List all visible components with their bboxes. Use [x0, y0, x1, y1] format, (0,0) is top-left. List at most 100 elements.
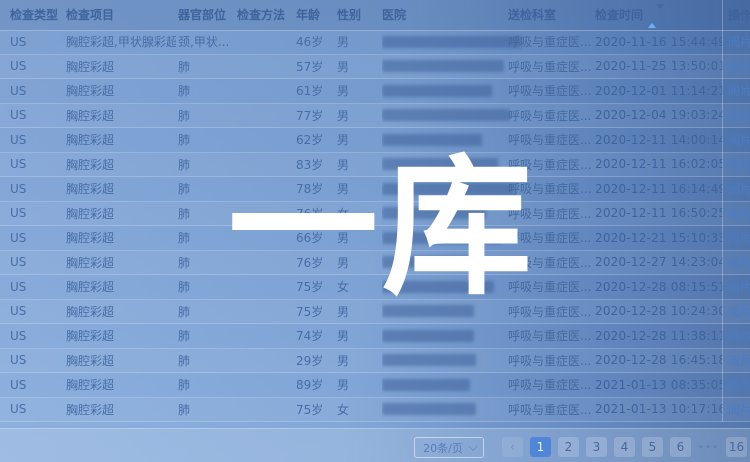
page-size-label: 20条/页 — [423, 440, 463, 456]
cell-department: 呼吸与重症医... — [508, 55, 594, 79]
col-header-exam-time[interactable]: 检查时间 — [595, 0, 723, 30]
table-row: US胸腔彩超肺75岁男呼吸与重症医...2020-12-28 10:24:30阅… — [0, 300, 750, 325]
view-film-link[interactable]: 阅片 — [728, 327, 750, 344]
exam-list-screen: 检查类型 检查项目 器官部位 检查方法 年龄 性别 医院 送检科室 检查时间 操… — [0, 0, 750, 462]
cell-exam-time: 2020-12-01 11:14:21 — [595, 79, 723, 103]
cell-method — [237, 349, 293, 373]
redaction-block — [382, 256, 478, 268]
more-pages-button[interactable]: ••• — [698, 437, 719, 457]
cell-age: 83岁 — [296, 153, 334, 177]
cell-age: 46岁 — [296, 30, 334, 54]
exam-time-label: 检查时间 — [595, 8, 643, 22]
cell-department: 呼吸与重症医... — [508, 226, 594, 250]
view-film-link[interactable]: 阅片 — [728, 229, 750, 246]
view-film-link[interactable]: 阅片 — [728, 107, 750, 124]
redaction-block — [382, 281, 494, 293]
cell-age: 76岁 — [296, 251, 334, 275]
view-film-link[interactable]: 阅片 — [728, 205, 750, 222]
cell-hospital-redacted — [382, 324, 524, 348]
view-film-link[interactable]: 阅片 — [728, 303, 750, 320]
cell-exam-item: 胸腔彩超 — [66, 177, 176, 201]
chevron-down-icon — [468, 441, 478, 451]
cell-organ: 肺 — [178, 177, 234, 201]
cell-gender: 女 — [337, 275, 369, 299]
cell-department: 呼吸与重症医... — [508, 104, 594, 128]
page-button-2[interactable]: 2 — [558, 437, 579, 457]
cell-department: 呼吸与重症医... — [508, 128, 594, 152]
col-header-department: 送检科室 — [508, 0, 594, 30]
cell-gender: 男 — [337, 128, 369, 152]
cell-exam-item: 胸腔彩超 — [66, 251, 176, 275]
cell-exam-type: US — [10, 324, 60, 348]
cell-organ: 肺 — [178, 324, 234, 348]
page-button-6[interactable]: 6 — [670, 437, 691, 457]
view-film-link[interactable]: 阅片 — [728, 254, 750, 271]
cell-hospital-redacted — [382, 251, 524, 275]
cell-exam-item: 胸腔彩超 — [66, 324, 176, 348]
cell-exam-time: 2020-12-11 16:02:05 — [595, 153, 723, 177]
sort-carets-icon[interactable] — [648, 1, 664, 31]
cell-exam-type: US — [10, 349, 60, 373]
cell-organ: 肺 — [178, 349, 234, 373]
page-button-4[interactable]: 4 — [614, 437, 635, 457]
cell-exam-type: US — [10, 104, 60, 128]
fixed-column-divider — [722, 0, 723, 422]
redaction-block — [382, 60, 504, 72]
cell-hospital-redacted — [382, 398, 524, 422]
cell-gender: 男 — [337, 177, 369, 201]
cell-organ: 肺 — [178, 300, 234, 324]
cell-exam-type: US — [10, 177, 60, 201]
view-film-link[interactable]: 阅片 — [728, 131, 750, 148]
cell-gender: 男 — [337, 79, 369, 103]
page-button-3[interactable]: 3 — [586, 437, 607, 457]
cell-method — [237, 104, 293, 128]
cell-organ: 肺 — [178, 226, 234, 250]
col-header-exam-type: 检查类型 — [10, 0, 60, 30]
view-film-link[interactable]: 阅片 — [728, 278, 750, 295]
view-film-link[interactable]: 阅片 — [728, 352, 750, 369]
cell-exam-type: US — [10, 55, 60, 79]
cell-gender: 男 — [337, 373, 369, 397]
cell-exam-time: 2020-12-28 08:15:51 — [595, 275, 723, 299]
cell-exam-time: 2020-12-21 15:10:33 — [595, 226, 723, 250]
view-film-link[interactable]: 阅片 — [728, 82, 750, 99]
cell-exam-time: 2020-12-28 11:38:11 — [595, 324, 723, 348]
page-button-5[interactable]: 5 — [642, 437, 663, 457]
cell-department: 呼吸与重症医... — [508, 373, 594, 397]
page-button-1[interactable]: 1 — [530, 437, 551, 457]
view-film-link[interactable]: 阅片 — [728, 180, 750, 197]
cell-exam-type: US — [10, 202, 60, 226]
col-header-gender: 性别 — [337, 0, 369, 30]
table-row: US胸腔彩超肺78岁男呼吸与重症医...2020-12-11 16:14:49阅… — [0, 177, 750, 202]
redaction-block — [382, 109, 510, 121]
cell-method — [237, 153, 293, 177]
view-film-link[interactable]: 阅片 — [728, 376, 750, 393]
cell-organ: 肺 — [178, 275, 234, 299]
redaction-block — [382, 158, 498, 170]
redaction-block — [382, 330, 474, 342]
view-film-link[interactable]: 阅片 — [728, 33, 750, 50]
view-film-link[interactable]: 阅片 — [728, 58, 750, 75]
redaction-block — [382, 207, 486, 219]
cell-exam-type: US — [10, 275, 60, 299]
cell-exam-time: 2020-12-27 14:23:04 — [595, 251, 723, 275]
sort-descending-icon — [656, 4, 664, 23]
view-film-link[interactable]: 阅片 — [728, 401, 750, 418]
page-button-16[interactable]: 16 — [726, 437, 747, 457]
prev-page-button[interactable]: ‹ — [502, 437, 523, 457]
table-row: US胸腔彩超肺74岁男呼吸与重症医...2020-12-28 11:38:11阅… — [0, 324, 750, 349]
redaction-block — [382, 183, 514, 195]
cell-department: 呼吸与重症医... — [508, 275, 594, 299]
cell-gender: 男 — [337, 226, 369, 250]
view-film-link[interactable]: 阅片 — [728, 156, 750, 173]
cell-gender: 男 — [337, 153, 369, 177]
redaction-block — [382, 134, 482, 146]
cell-exam-item: 胸腔彩超 — [66, 349, 176, 373]
sort-ascending-icon — [648, 9, 656, 28]
cell-exam-type: US — [10, 79, 60, 103]
cell-exam-item: 胸腔彩超 — [66, 128, 176, 152]
redaction-block — [382, 403, 476, 415]
cell-method — [237, 79, 293, 103]
cell-exam-item: 胸腔彩超 — [66, 226, 176, 250]
page-size-select[interactable]: 20条/页 — [414, 437, 484, 458]
